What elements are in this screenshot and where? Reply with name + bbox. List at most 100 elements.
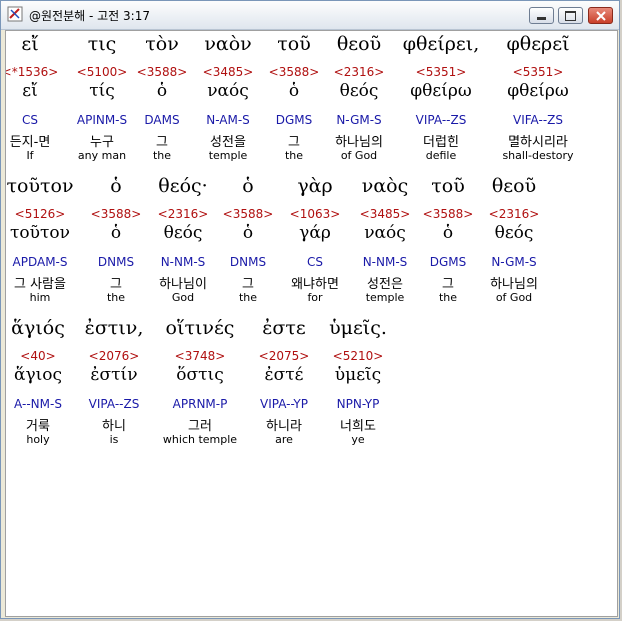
greek-word: φθείρει, [402, 33, 480, 55]
greek-word: θεοῦ [491, 175, 537, 197]
lemma-word: φθείρω [507, 81, 569, 101]
bible-app-icon[interactable] [7, 6, 23, 22]
parse-code: VIPA--ZS [415, 113, 467, 127]
strong-number: <2076> [88, 349, 140, 363]
lemma-word: ὁ [442, 223, 454, 243]
parse-code: N-NM-S [160, 255, 206, 269]
parse-code: N-GM-S [336, 113, 382, 127]
parse-code: DNMS [97, 255, 135, 269]
window-title: @원전분해 - 고전 3:17 [29, 9, 150, 23]
parse-code: DAMS [144, 113, 180, 127]
english-gloss: of God [340, 149, 378, 162]
korean-gloss: 그 [442, 277, 454, 292]
english-gloss: shall-destory [502, 149, 574, 162]
english-gloss: is [109, 433, 119, 446]
lemma-word: τοῦτον [10, 223, 70, 243]
korean-gloss: 하나님의 [490, 277, 538, 292]
lemma-word: ἐστέ [264, 365, 304, 385]
lemma-word: ὁ [156, 81, 168, 101]
lemma-word: ὁ [288, 81, 300, 101]
strong-number: <2316> [157, 207, 209, 221]
maximize-button[interactable] [558, 7, 583, 24]
english-gloss: the [438, 291, 458, 304]
greek-word: ὑμεῖς. [329, 317, 387, 339]
lemma-word: γάρ [299, 223, 331, 243]
parse-code: CS [22, 113, 38, 127]
strong-number: <5100> [76, 65, 128, 79]
korean-gloss: 하니라 [266, 419, 302, 434]
strong-number: <3588> [268, 65, 320, 79]
english-gloss: defile [425, 149, 457, 162]
lemma-word: θεός [494, 223, 534, 243]
strong-number: <3588> [90, 207, 142, 221]
korean-gloss: 그 [110, 277, 122, 292]
greek-word: ἅγιός [11, 317, 65, 339]
greek-word: εἴ [21, 33, 39, 55]
greek-word: ναὸς [361, 175, 409, 197]
lemma-word: ναός [364, 223, 406, 243]
lemma-word: φθείρω [410, 81, 472, 101]
english-gloss: the [284, 149, 304, 162]
close-button[interactable] [588, 7, 613, 24]
lemma-word: ναός [207, 81, 249, 101]
greek-word: θεός· [158, 175, 208, 197]
greek-word: ἐστιν, [84, 317, 144, 339]
korean-gloss: 멸하시리라 [508, 135, 568, 150]
strong-number: <2316> [488, 207, 540, 221]
greek-word: τοῦτον [6, 175, 74, 197]
lemma-word: θεός [339, 81, 379, 101]
english-gloss: the [238, 291, 258, 304]
strong-number: <5126> [14, 207, 66, 221]
lemma-word: ὑμεῖς [334, 365, 382, 385]
korean-gloss: 그 [288, 135, 300, 150]
parse-code: CS [307, 255, 323, 269]
parse-code: APINM-S [76, 113, 128, 127]
strong-number: <3588> [422, 207, 474, 221]
lemma-word: ὁ [242, 223, 254, 243]
english-gloss: which temple [162, 433, 238, 446]
parse-code: N-NM-S [362, 255, 408, 269]
korean-gloss: 누구 [90, 135, 114, 150]
korean-gloss: 그 [156, 135, 168, 150]
greek-word: ὁ [110, 175, 122, 197]
english-gloss: God [171, 291, 195, 304]
english-gloss: temple [365, 291, 405, 304]
maximize-icon [565, 10, 576, 21]
strong-number: <3588> [136, 65, 188, 79]
greek-word: ἐστε [262, 317, 306, 339]
lemma-word: εἴ [22, 81, 38, 101]
strong-number: <3485> [359, 207, 411, 221]
korean-gloss: 하나님이 [159, 277, 207, 292]
korean-gloss: 하나님의 [335, 135, 383, 150]
minimize-button[interactable] [529, 7, 554, 24]
interlinear-content[interactable]: εἴ <*1536> εἴ CS 든지-면 If τις <5100> τίς APINM-S 누구… [5, 30, 618, 617]
lemma-word: ὁ [110, 223, 122, 243]
korean-gloss: 든지-면 [9, 135, 51, 150]
parse-code: DGMS [275, 113, 313, 127]
korean-gloss: 더럽힌 [423, 135, 459, 150]
greek-word: θεοῦ [336, 33, 382, 55]
korean-gloss: 그러 [188, 419, 212, 434]
korean-gloss: 그 [242, 277, 254, 292]
parse-code: N-AM-S [206, 113, 250, 127]
greek-word: ναὸν [204, 33, 252, 55]
parse-code: DGMS [429, 255, 467, 269]
english-gloss: temple [208, 149, 248, 162]
strong-number: <40> [20, 349, 56, 363]
strong-number: <5210> [332, 349, 384, 363]
parse-code: VIPA--ZS [88, 397, 140, 411]
strong-number: <5351> [512, 65, 564, 79]
interlinear-window: @원전분해 - 고전 3:17 εἴ <*1536> εἴ CS 든지-면 If τις <5… [0, 0, 620, 619]
lemma-word: τίς [89, 81, 115, 101]
parse-code: DNMS [229, 255, 267, 269]
parse-code: NPN-YP [336, 397, 380, 411]
english-gloss: are [275, 433, 293, 446]
strong-number: <2075> [258, 349, 310, 363]
lemma-word: ἅγιος [13, 365, 63, 385]
korean-gloss: 성전을 [210, 135, 246, 150]
english-gloss: the [106, 291, 126, 304]
strong-number: <5351> [415, 65, 467, 79]
greek-word: οἵτινές [165, 317, 235, 339]
parse-code: APRNM-P [172, 397, 228, 411]
title-bar[interactable]: @원전분해 - 고전 3:17 [1, 1, 619, 30]
